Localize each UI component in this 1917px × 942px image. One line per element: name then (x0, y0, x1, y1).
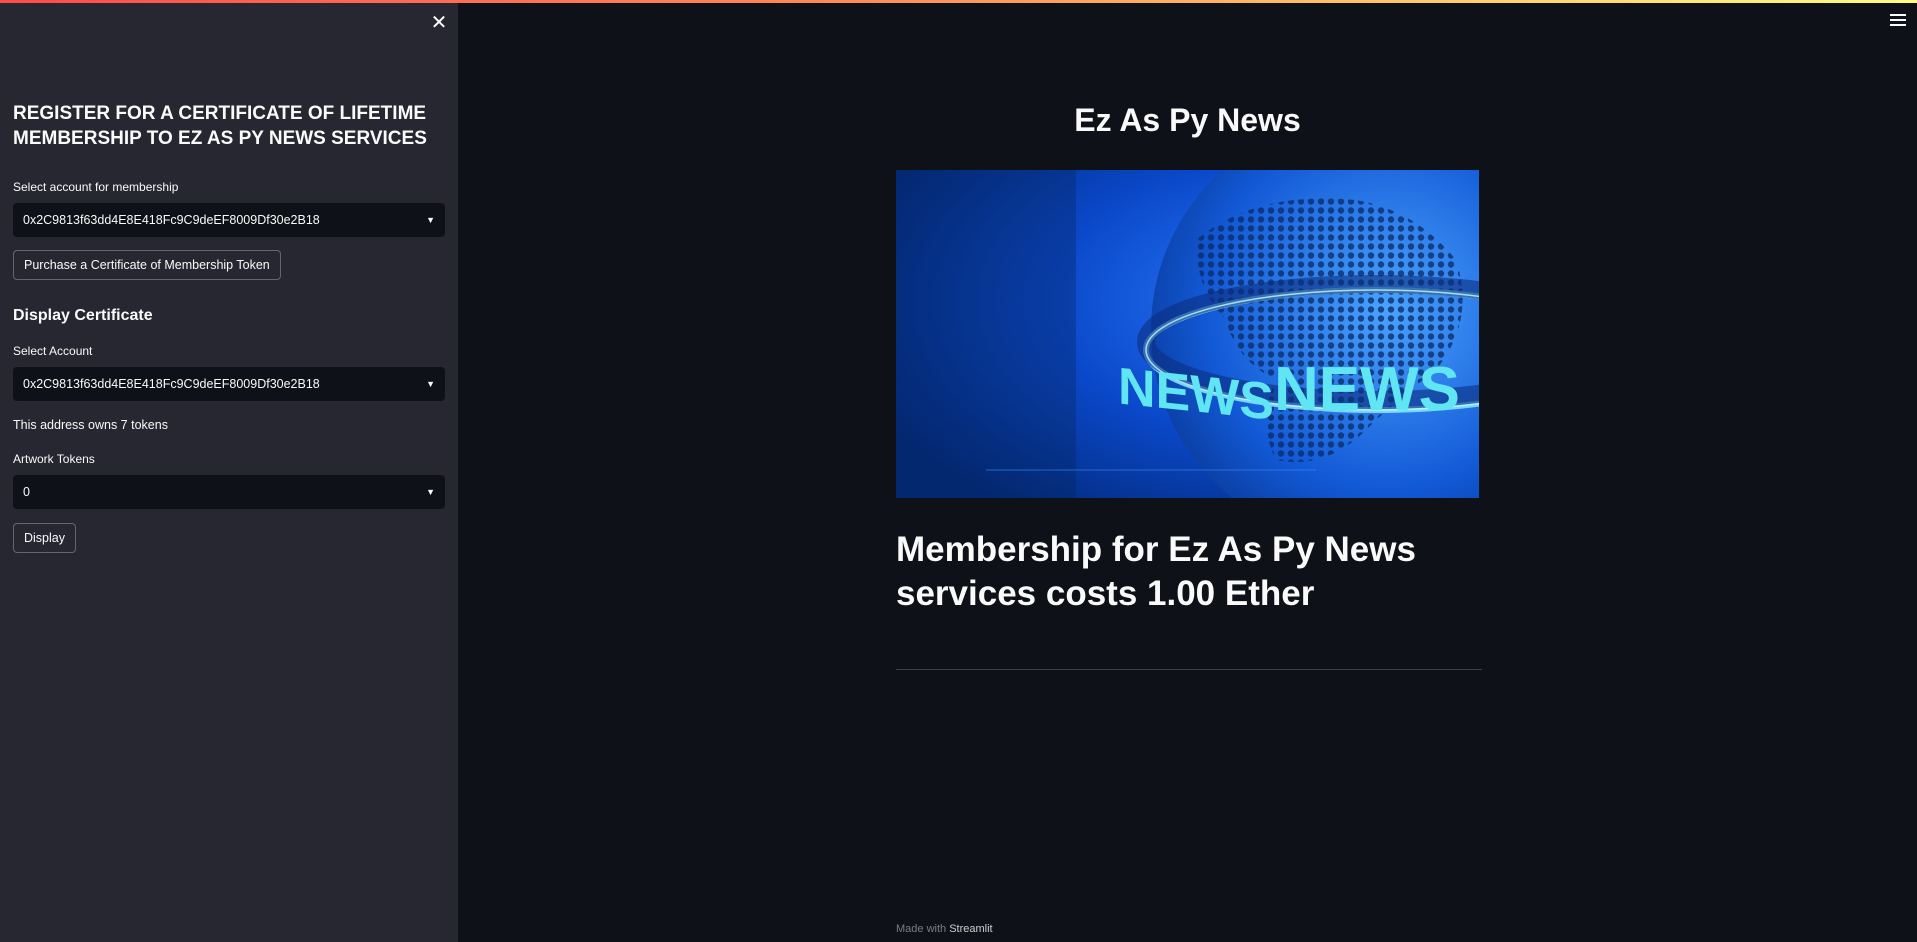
display-button[interactable]: Display (13, 523, 76, 553)
select-account-label: Select Account (13, 344, 93, 358)
tokens-owned-text: This address owns 7 tokens (13, 418, 168, 432)
artwork-tokens-select[interactable]: 0 ▼ (13, 475, 445, 509)
membership-price-heading: Membership for Ez As Py News services co… (896, 530, 1416, 613)
artwork-tokens-label: Artwork Tokens (13, 452, 95, 466)
close-icon: ✕ (430, 12, 448, 34)
display-certificate-heading: Display Certificate (13, 307, 153, 324)
close-sidebar-button[interactable]: ✕ (428, 12, 450, 34)
select-account-value: 0x2C9813f63dd4E8E418Fc9C9deEF8009Df30e2B… (23, 377, 320, 391)
hero-news-text-right: NEWS (1274, 355, 1460, 424)
streamlit-link[interactable]: Streamlit (949, 923, 992, 935)
artwork-tokens-value: 0 (23, 485, 30, 499)
membership-account-select[interactable]: 0x2C9813f63dd4E8E418Fc9C9deEF8009Df30e2B… (13, 203, 445, 237)
footer-prefix: Made with (896, 923, 947, 935)
hamburger-menu-icon[interactable] (1890, 14, 1906, 28)
footer: Made with Streamlit (896, 923, 993, 935)
membership-account-label: Select account for membership (13, 180, 179, 194)
purchase-certificate-button[interactable]: Purchase a Certificate of Membership Tok… (13, 250, 281, 280)
chevron-down-icon: ▼ (426, 215, 435, 225)
chevron-down-icon: ▼ (426, 379, 435, 389)
membership-account-value: 0x2C9813f63dd4E8E418Fc9C9deEF8009Df30e2B… (23, 213, 320, 227)
sidebar: ✕ REGISTER FOR A CERTIFICATE OF LIFETIME… (0, 0, 458, 942)
top-decoration-stripe (0, 0, 1917, 3)
news-hero-image: NEWS NEWS (896, 170, 1479, 498)
sidebar-title: REGISTER FOR A CERTIFICATE OF LIFETIME M… (13, 103, 427, 149)
page-title: Ez As Py News (1074, 102, 1301, 138)
divider (896, 669, 1482, 670)
select-account-select[interactable]: 0x2C9813f63dd4E8E418Fc9C9deEF8009Df30e2B… (13, 367, 445, 401)
chevron-down-icon: ▼ (426, 487, 435, 497)
